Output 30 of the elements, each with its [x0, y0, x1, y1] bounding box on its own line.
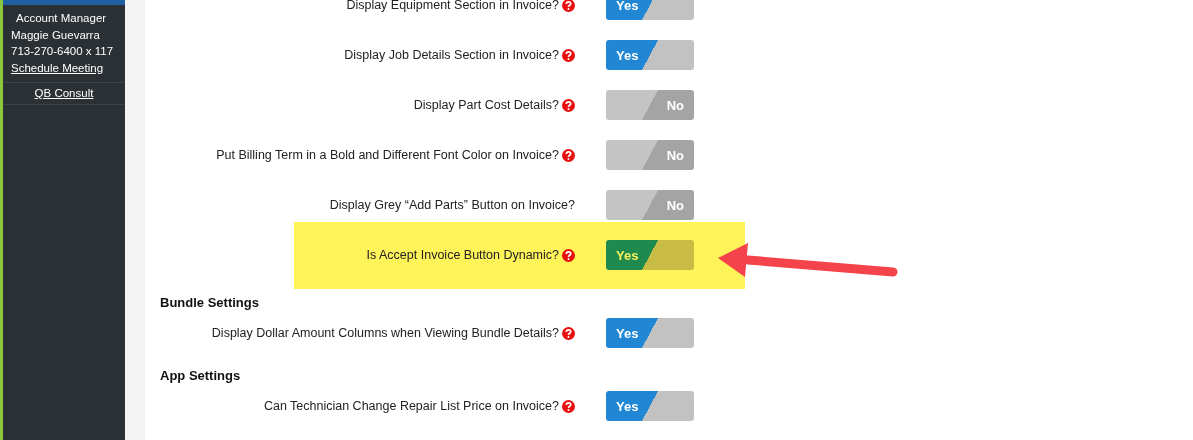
account-role: Account Manager: [15, 11, 108, 26]
toggle-switch[interactable]: No: [606, 190, 694, 220]
toggle-switch[interactable]: No: [606, 90, 694, 120]
account-name: Maggie Guevarra: [11, 27, 101, 43]
toggle-switch[interactable]: Yes: [606, 0, 694, 20]
help-icon[interactable]: [562, 399, 575, 413]
help-icon[interactable]: [562, 148, 575, 162]
setting-label: Display Job Details Section in Invoice?: [344, 48, 559, 62]
setting-label: Display Equipment Section in Invoice?: [346, 0, 559, 12]
setting-label: Put Billing Term in a Bold and Different Font Color on Invoice?: [216, 148, 559, 162]
help-icon[interactable]: [562, 248, 575, 262]
schedule-meeting-link[interactable]: Schedule Meeting: [11, 61, 104, 74]
toggle-switch[interactable]: Yes: [606, 318, 694, 348]
help-icon[interactable]: [562, 48, 575, 62]
sidebar-link[interactable]: QB Consult: [34, 86, 94, 100]
toggle-switch[interactable]: Yes: [606, 240, 694, 270]
setting-label: Display Part Cost Details?: [413, 98, 559, 112]
account-phone: 713-270-6400 x 117: [11, 44, 115, 59]
setting-label: Can Technician Change Repair List Price on Invoice?: [263, 399, 559, 413]
toggle-switch[interactable]: Yes: [606, 391, 694, 421]
setting-label: Display Grey “Add Parts” Button on Invoice?: [329, 198, 575, 212]
help-icon[interactable]: [562, 98, 575, 112]
toggle-switch[interactable]: Yes: [606, 40, 694, 70]
section-heading: App Settings: [160, 367, 241, 385]
help-icon[interactable]: [562, 326, 575, 340]
setting-label: Is Accept Invoice Button Dynamic?: [366, 248, 559, 262]
setting-label: Display Dollar Amount Columns when Viewing Bundle Details?: [211, 326, 559, 340]
section-heading: Bundle Settings: [160, 294, 259, 312]
help-icon[interactable]: [562, 0, 575, 12]
toggle-switch[interactable]: No: [606, 140, 694, 170]
